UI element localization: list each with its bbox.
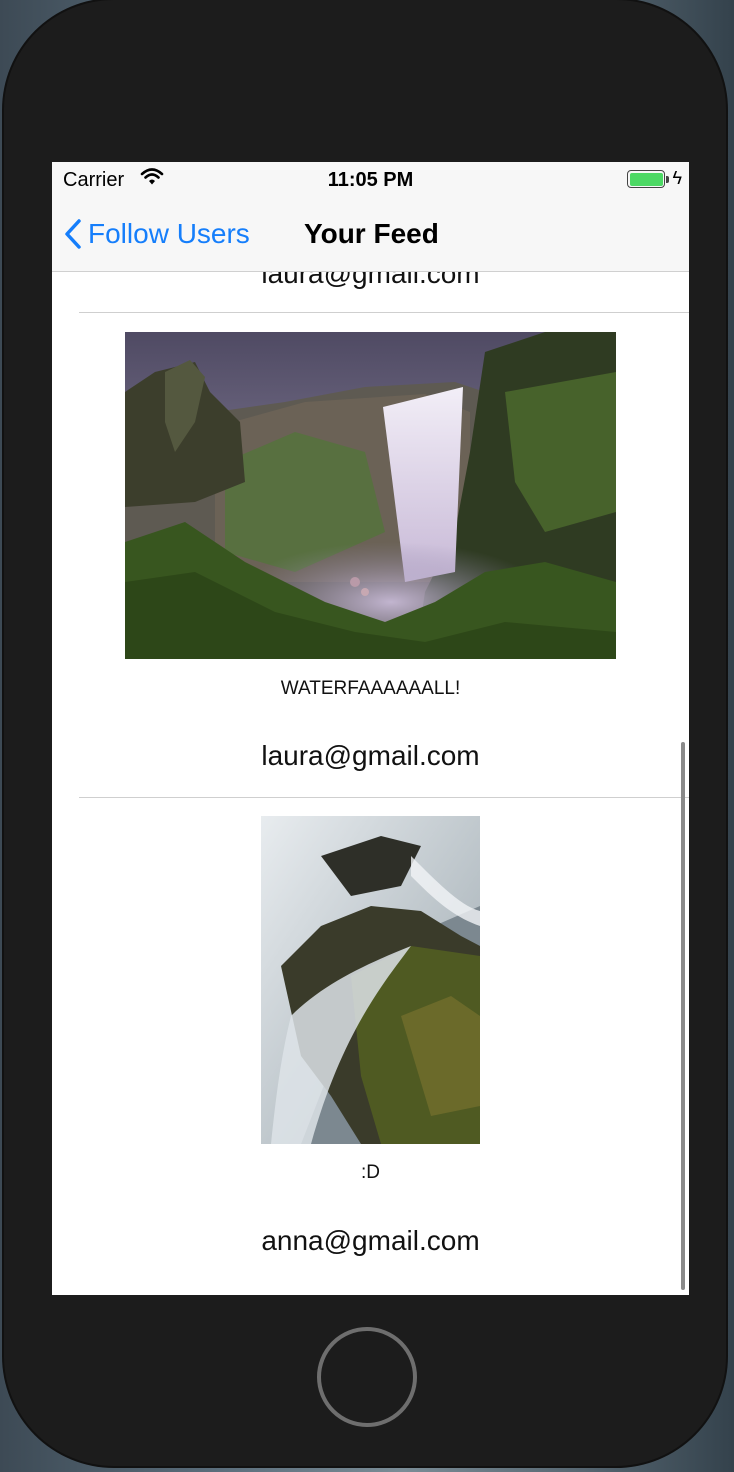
- status-bar: Carrier 11:05 PM ϟ: [52, 162, 689, 198]
- page-title: Your Feed: [304, 218, 439, 249]
- post-caption: :D: [361, 1162, 380, 1183]
- post-image[interactable]: [125, 332, 616, 659]
- back-button-label: Follow Users: [88, 218, 250, 249]
- battery-icon: [627, 170, 665, 188]
- charging-bolt-icon: ϟ: [672, 168, 682, 188]
- feed-table[interactable]: laura@gmail.com WATERFAAAAAALL! laura@gm…: [52, 162, 689, 1295]
- post-caption: WATERFAAAAAALL!: [280, 678, 461, 699]
- home-button[interactable]: [317, 1327, 417, 1427]
- chevron-left-icon: [65, 219, 81, 249]
- post-user-label: anna@gmail.com: [261, 1225, 480, 1256]
- back-button[interactable]: Follow Users: [64, 214, 250, 254]
- device-frame: laura@gmail.com WATERFAAAAAALL! laura@gm…: [4, 0, 726, 1466]
- post-image[interactable]: [261, 816, 480, 1144]
- navigation-bar: Follow Users Your Feed: [52, 198, 689, 272]
- row-separator: [79, 312, 689, 313]
- scroll-indicator[interactable]: [681, 742, 685, 1290]
- status-time: 11:05 PM: [327, 169, 414, 191]
- battery-tip-icon: [666, 176, 669, 183]
- post-user-label: laura@gmail.com: [261, 740, 480, 771]
- row-separator: [79, 797, 689, 798]
- app-screen: laura@gmail.com WATERFAAAAAALL! laura@gm…: [52, 162, 689, 1295]
